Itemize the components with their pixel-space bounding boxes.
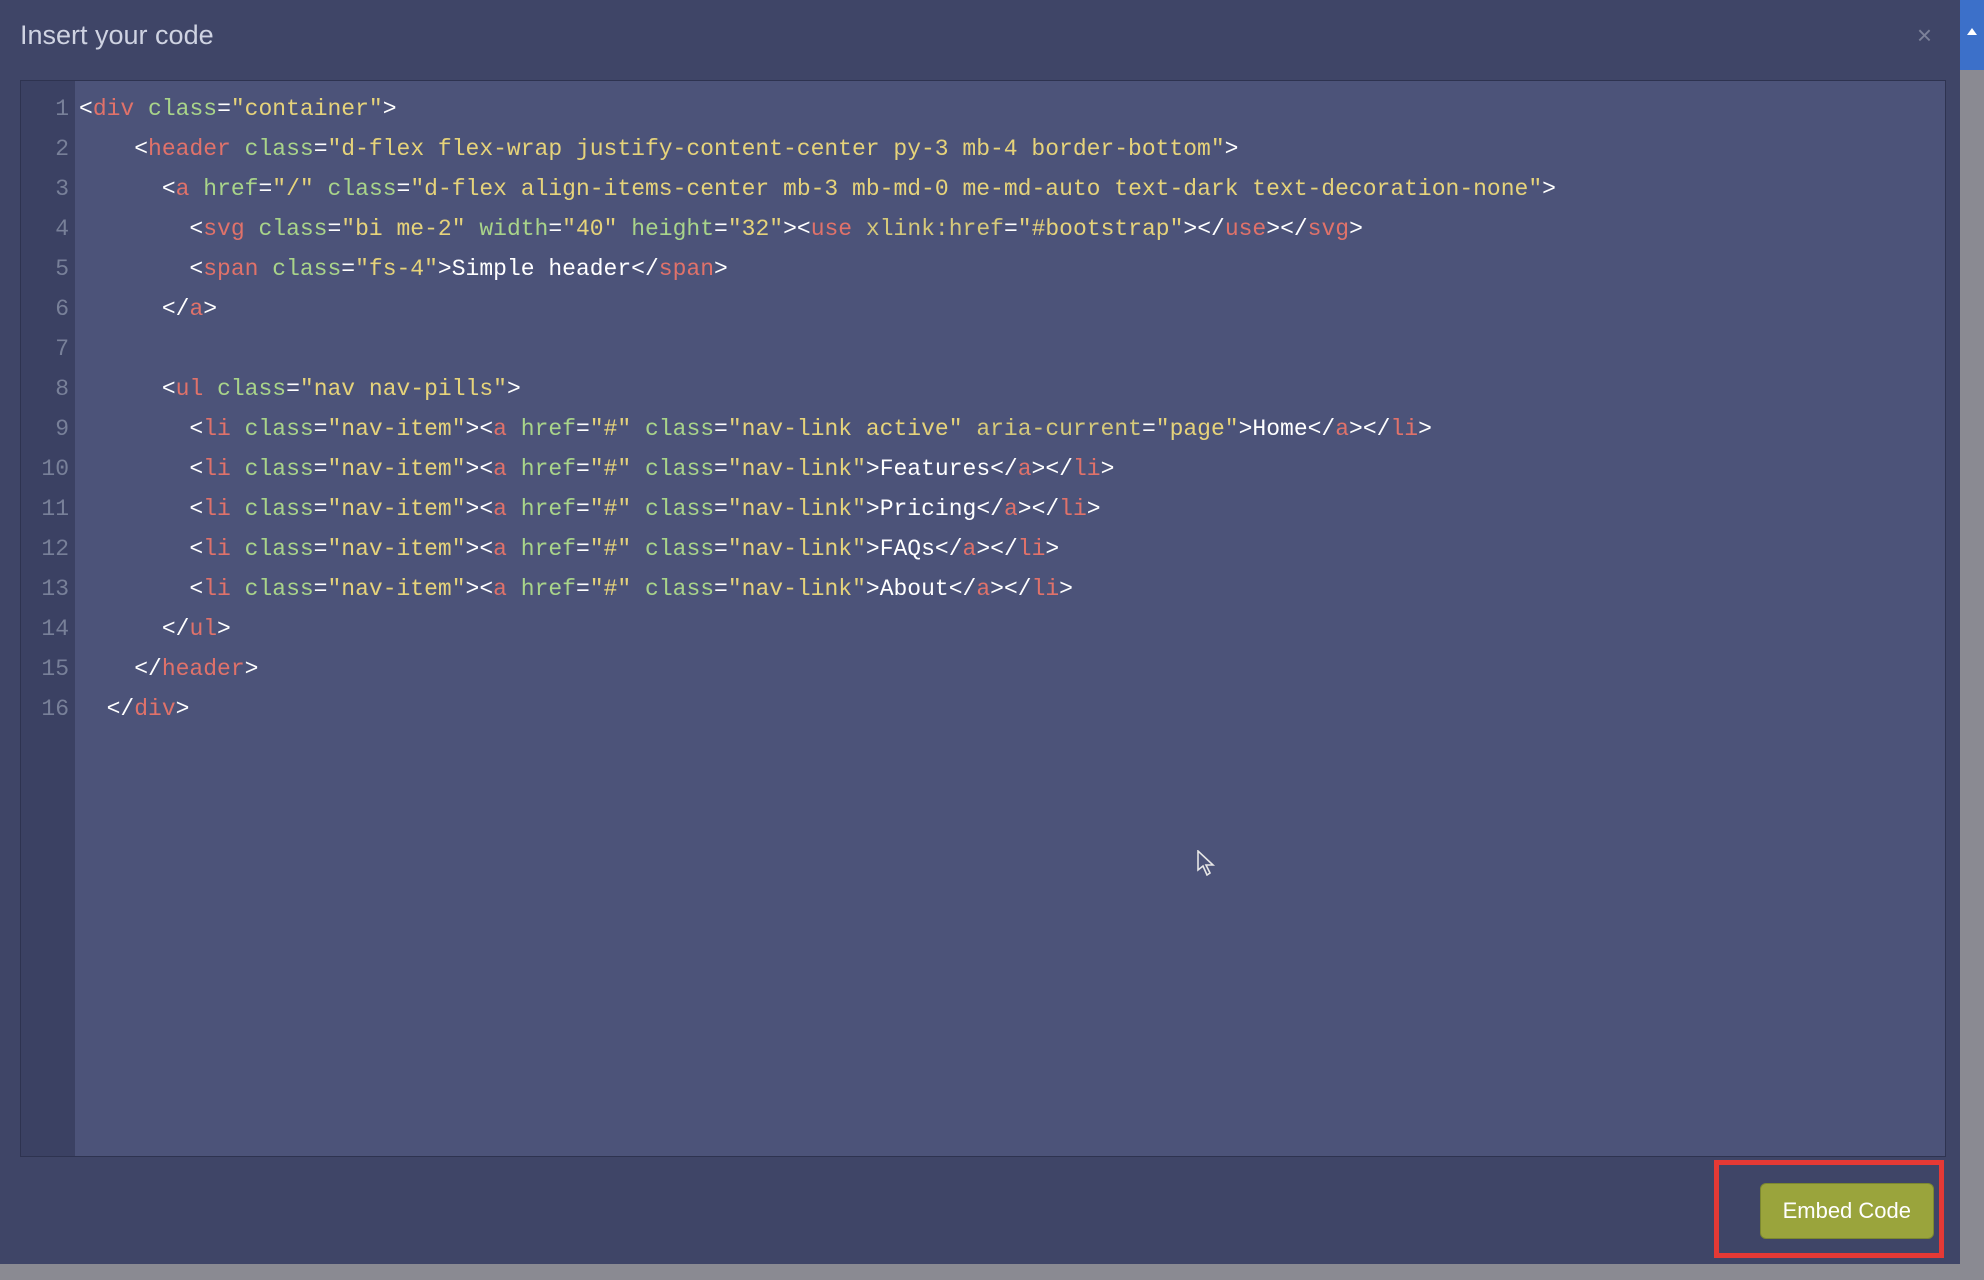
line-number-gutter: 12345678910111213141516 (21, 81, 75, 1156)
insert-code-modal: Insert your code × 123456789101112131415… (0, 0, 1960, 1264)
code-editor[interactable]: 12345678910111213141516 <div class="cont… (20, 80, 1946, 1157)
modal-header: Insert your code × (0, 0, 1960, 70)
arrow-up-icon[interactable] (1960, 0, 1984, 70)
modal-footer: Embed Code (0, 1168, 1960, 1254)
modal-title: Insert your code (20, 20, 214, 51)
close-icon[interactable]: × (1909, 12, 1940, 59)
embed-code-button[interactable]: Embed Code (1760, 1183, 1934, 1239)
mouse-cursor-icon (1196, 850, 1216, 883)
code-area[interactable]: <div class="container"> <header class="d… (75, 81, 1945, 1156)
